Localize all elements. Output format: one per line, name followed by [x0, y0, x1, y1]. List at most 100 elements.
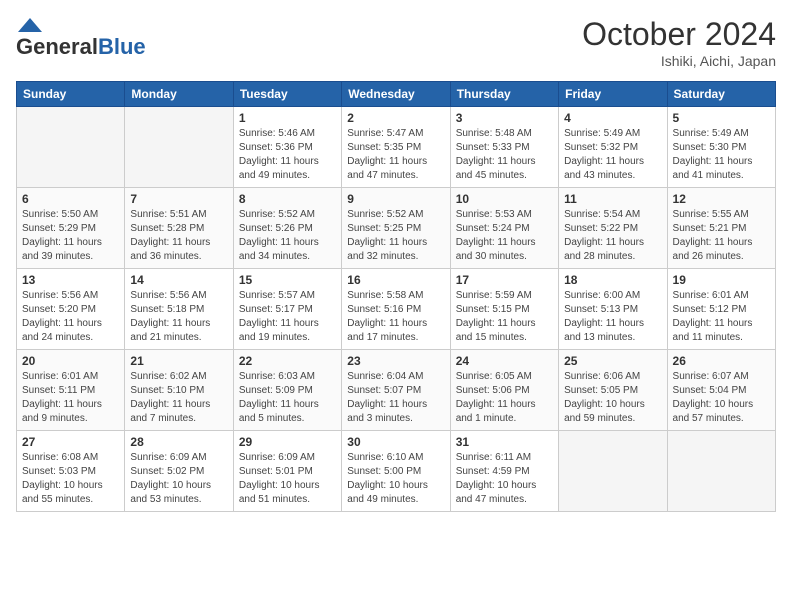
day-number: 9: [347, 192, 444, 206]
day-cell: 17Sunrise: 5:59 AM Sunset: 5:15 PM Dayli…: [450, 269, 558, 350]
page-header: General Blue October 2024 Ishiki, Aichi,…: [16, 16, 776, 69]
day-number: 29: [239, 435, 336, 449]
day-cell: 24 Sunrise: 6:05 AM Sunset: 5:06 PM Dayli…: [450, 350, 558, 431]
day-info: Sunrise: 5:54 AM Sunset: 5:22 PM Dayligh…: [564, 208, 661, 264]
day-info: Sunrise: 6:10 AM Sunset: 5:00 PM Dayligh…: [347, 451, 444, 507]
day-info: Sunrise: 5:56 AM Sunset: 5:18 PM Dayligh…: [130, 289, 227, 345]
week-row-2: 6 Sunrise: 5:50 AM Sunset: 5:29 PM Daylig…: [17, 188, 776, 269]
day-cell: 4 Sunrise: 5:49 AM Sunset: 5:32 PM Daylig…: [559, 107, 667, 188]
day-cell: 30 Sunrise: 6:10 AM Sunset: 5:00 PM Dayli…: [342, 431, 450, 512]
day-info: Sunrise: 5:51 AM Sunset: 5:28 PM Dayligh…: [130, 208, 227, 264]
day-info: Sunrise: 5:46 AM Sunset: 5:36 PM Dayligh…: [239, 127, 336, 183]
day-info: Sunrise: 6:08 AM Sunset: 5:03 PM Dayligh…: [22, 451, 119, 507]
day-cell: 22 Sunrise: 6:03 AM Sunset: 5:09 PM Dayli…: [233, 350, 341, 431]
day-cell: [17, 107, 125, 188]
day-info: Sunrise: 6:01 AM Sunset: 5:11 PM Dayligh…: [22, 370, 119, 426]
day-number: 30: [347, 435, 444, 449]
month-title: October 2024: [582, 16, 776, 53]
week-row-4: 20 Sunrise: 6:01 AM Sunset: 5:11 PM Dayli…: [17, 350, 776, 431]
day-cell: 8 Sunrise: 5:52 AM Sunset: 5:26 PM Daylig…: [233, 188, 341, 269]
day-number: 25: [564, 354, 661, 368]
day-number: 4: [564, 111, 661, 125]
day-info: Sunrise: 5:48 AM Sunset: 5:33 PM Dayligh…: [456, 127, 553, 183]
day-info: Sunrise: 6:00 AM Sunset: 5:13 PM Dayligh…: [564, 289, 661, 345]
day-info: Sunrise: 5:52 AM Sunset: 5:25 PM Dayligh…: [347, 208, 444, 264]
day-cell: 18Sunrise: 6:00 AM Sunset: 5:13 PM Dayli…: [559, 269, 667, 350]
day-number: 7: [130, 192, 227, 206]
day-cell: 6 Sunrise: 5:50 AM Sunset: 5:29 PM Daylig…: [17, 188, 125, 269]
day-cell: 9 Sunrise: 5:52 AM Sunset: 5:25 PM Daylig…: [342, 188, 450, 269]
day-number: 8: [239, 192, 336, 206]
day-info: Sunrise: 5:53 AM Sunset: 5:24 PM Dayligh…: [456, 208, 553, 264]
day-info: Sunrise: 5:58 AM Sunset: 5:16 PM Dayligh…: [347, 289, 444, 345]
col-header-friday: Friday: [559, 82, 667, 107]
day-info: Sunrise: 6:07 AM Sunset: 5:04 PM Dayligh…: [673, 370, 770, 426]
day-info: Sunrise: 5:52 AM Sunset: 5:26 PM Dayligh…: [239, 208, 336, 264]
day-cell: 19 Sunrise: 6:01 AM Sunset: 5:12 PM Dayli…: [667, 269, 775, 350]
day-cell: 31Sunrise: 6:11 AM Sunset: 4:59 PM Dayli…: [450, 431, 558, 512]
day-cell: 20 Sunrise: 6:01 AM Sunset: 5:11 PM Dayli…: [17, 350, 125, 431]
logo: General Blue: [16, 16, 146, 60]
day-number: 28: [130, 435, 227, 449]
day-info: Sunrise: 6:01 AM Sunset: 5:12 PM Dayligh…: [673, 289, 770, 345]
title-block: October 2024 Ishiki, Aichi, Japan: [582, 16, 776, 69]
day-info: Sunrise: 5:57 AM Sunset: 5:17 PM Dayligh…: [239, 289, 336, 345]
calendar-table: SundayMondayTuesdayWednesdayThursdayFrid…: [16, 81, 776, 512]
day-cell: [125, 107, 233, 188]
col-header-thursday: Thursday: [450, 82, 558, 107]
day-info: Sunrise: 5:55 AM Sunset: 5:21 PM Dayligh…: [673, 208, 770, 264]
day-info: Sunrise: 6:06 AM Sunset: 5:05 PM Dayligh…: [564, 370, 661, 426]
day-info: Sunrise: 5:50 AM Sunset: 5:29 PM Dayligh…: [22, 208, 119, 264]
day-number: 24: [456, 354, 553, 368]
day-info: Sunrise: 5:49 AM Sunset: 5:32 PM Dayligh…: [564, 127, 661, 183]
day-info: Sunrise: 5:59 AM Sunset: 5:15 PM Dayligh…: [456, 289, 553, 345]
col-header-tuesday: Tuesday: [233, 82, 341, 107]
day-cell: [559, 431, 667, 512]
day-number: 11: [564, 192, 661, 206]
calendar-header-row: SundayMondayTuesdayWednesdayThursdayFrid…: [17, 82, 776, 107]
day-cell: 23 Sunrise: 6:04 AM Sunset: 5:07 PM Dayli…: [342, 350, 450, 431]
day-number: 20: [22, 354, 119, 368]
day-cell: 12Sunrise: 5:55 AM Sunset: 5:21 PM Dayli…: [667, 188, 775, 269]
logo-general: General: [16, 34, 98, 60]
day-number: 6: [22, 192, 119, 206]
day-cell: 25 Sunrise: 6:06 AM Sunset: 5:05 PM Dayli…: [559, 350, 667, 431]
week-row-1: 1Sunrise: 5:46 AM Sunset: 5:36 PM Daylig…: [17, 107, 776, 188]
day-number: 21: [130, 354, 227, 368]
day-info: Sunrise: 5:47 AM Sunset: 5:35 PM Dayligh…: [347, 127, 444, 183]
day-number: 19: [673, 273, 770, 287]
day-info: Sunrise: 5:56 AM Sunset: 5:20 PM Dayligh…: [22, 289, 119, 345]
col-header-wednesday: Wednesday: [342, 82, 450, 107]
day-cell: 13 Sunrise: 5:56 AM Sunset: 5:20 PM Dayli…: [17, 269, 125, 350]
day-number: 27: [22, 435, 119, 449]
day-info: Sunrise: 6:04 AM Sunset: 5:07 PM Dayligh…: [347, 370, 444, 426]
day-number: 3: [456, 111, 553, 125]
day-cell: [667, 431, 775, 512]
day-number: 16: [347, 273, 444, 287]
day-info: Sunrise: 6:05 AM Sunset: 5:06 PM Dayligh…: [456, 370, 553, 426]
day-number: 14: [130, 273, 227, 287]
day-info: Sunrise: 6:09 AM Sunset: 5:02 PM Dayligh…: [130, 451, 227, 507]
week-row-3: 13 Sunrise: 5:56 AM Sunset: 5:20 PM Dayli…: [17, 269, 776, 350]
day-cell: 28 Sunrise: 6:09 AM Sunset: 5:02 PM Dayli…: [125, 431, 233, 512]
day-cell: 2 Sunrise: 5:47 AM Sunset: 5:35 PM Daylig…: [342, 107, 450, 188]
col-header-monday: Monday: [125, 82, 233, 107]
day-cell: 15Sunrise: 5:57 AM Sunset: 5:17 PM Dayli…: [233, 269, 341, 350]
day-number: 13: [22, 273, 119, 287]
day-info: Sunrise: 6:02 AM Sunset: 5:10 PM Dayligh…: [130, 370, 227, 426]
day-info: Sunrise: 6:09 AM Sunset: 5:01 PM Dayligh…: [239, 451, 336, 507]
day-number: 31: [456, 435, 553, 449]
day-cell: 21 Sunrise: 6:02 AM Sunset: 5:10 PM Dayli…: [125, 350, 233, 431]
day-info: Sunrise: 6:03 AM Sunset: 5:09 PM Dayligh…: [239, 370, 336, 426]
day-cell: 5Sunrise: 5:49 AM Sunset: 5:30 PM Daylig…: [667, 107, 775, 188]
day-cell: 7 Sunrise: 5:51 AM Sunset: 5:28 PM Daylig…: [125, 188, 233, 269]
day-cell: 29 Sunrise: 6:09 AM Sunset: 5:01 PM Dayli…: [233, 431, 341, 512]
day-number: 10: [456, 192, 553, 206]
day-cell: 26Sunrise: 6:07 AM Sunset: 5:04 PM Dayli…: [667, 350, 775, 431]
day-cell: 27 Sunrise: 6:08 AM Sunset: 5:03 PM Dayli…: [17, 431, 125, 512]
day-number: 23: [347, 354, 444, 368]
day-number: 2: [347, 111, 444, 125]
location: Ishiki, Aichi, Japan: [582, 53, 776, 69]
day-number: 22: [239, 354, 336, 368]
day-info: Sunrise: 5:49 AM Sunset: 5:30 PM Dayligh…: [673, 127, 770, 183]
